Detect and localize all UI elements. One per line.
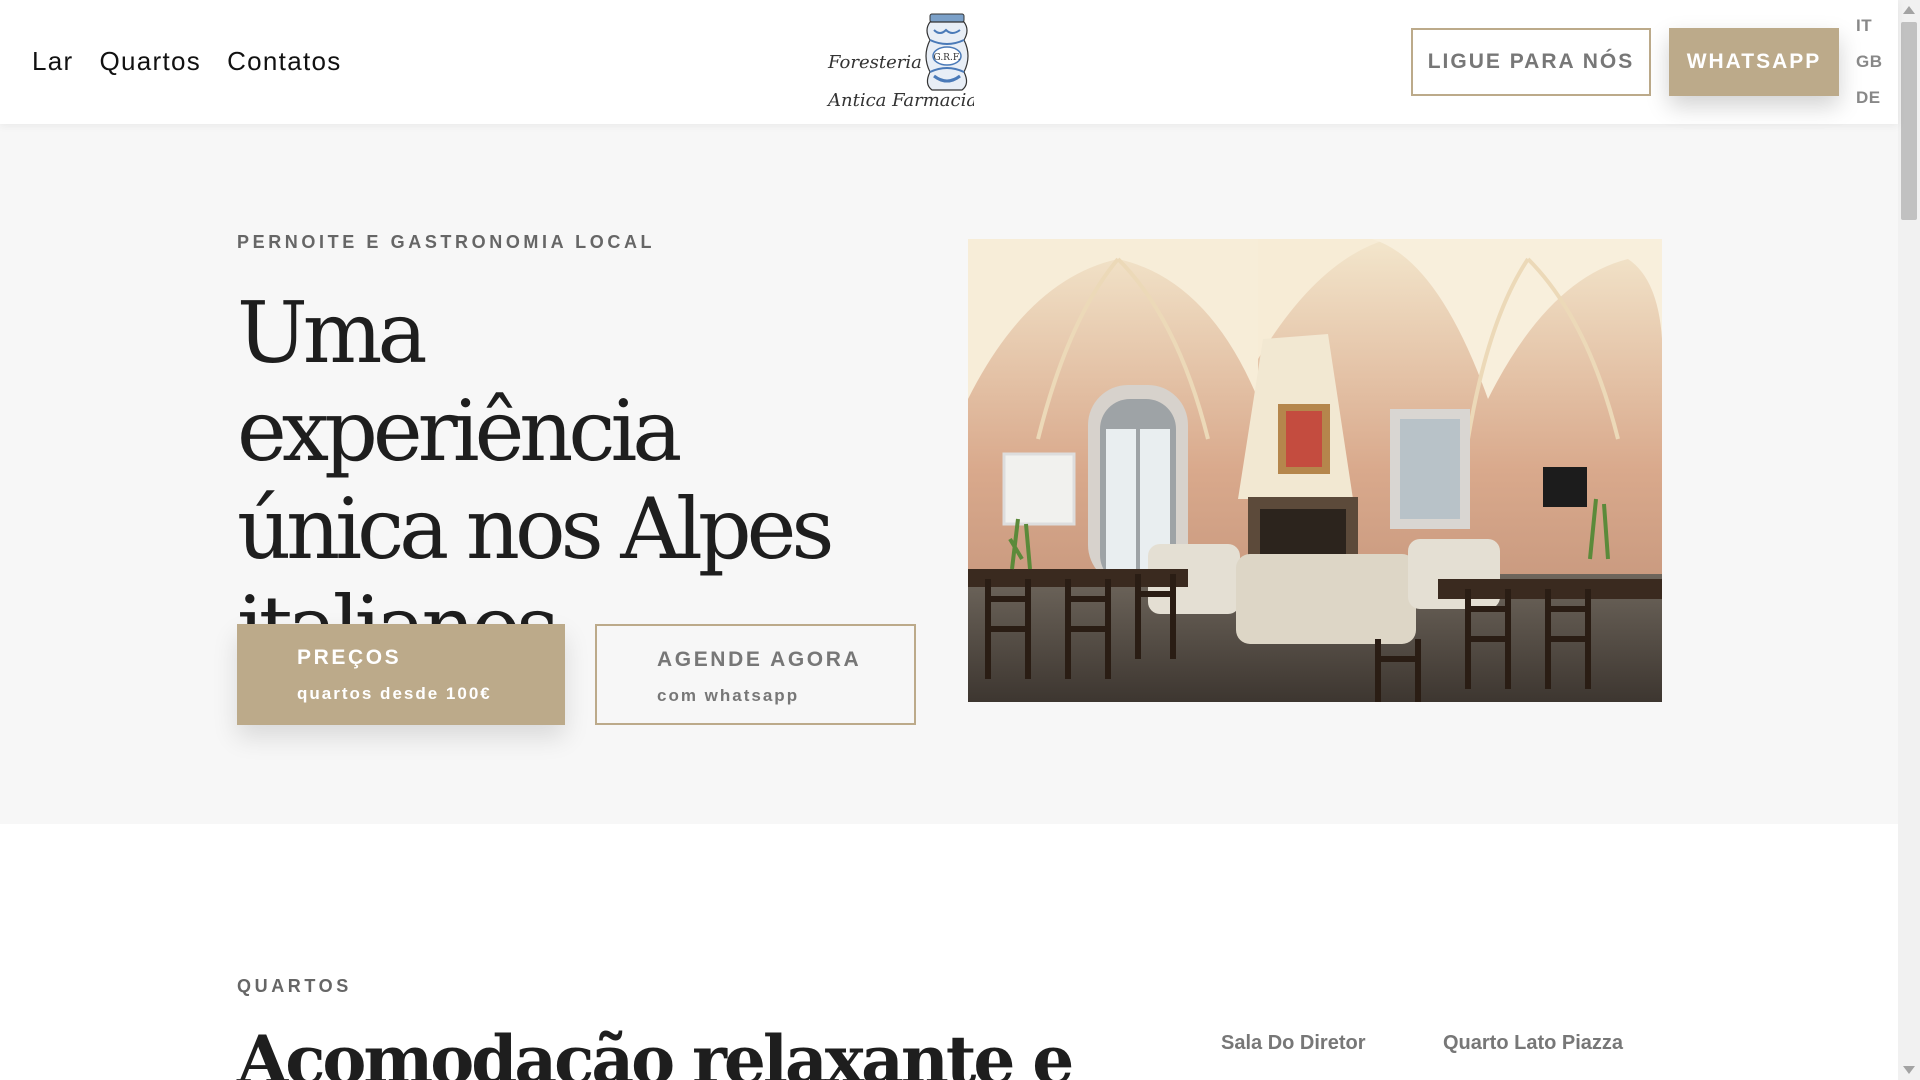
- nav-link-contacts[interactable]: Contatos: [227, 46, 341, 77]
- main-nav: Lar Quartos Contatos: [32, 46, 342, 77]
- call-us-button[interactable]: LIGUE PARA NÓS: [1411, 28, 1651, 96]
- hero-title-line-1: Uma experiência: [237, 284, 682, 480]
- site-logo[interactable]: G.R.F. Foresteria Antica Farmacia: [826, 10, 977, 120]
- prices-button[interactable]: PREÇOS quartos desde 100€: [237, 624, 565, 725]
- site-header: Lar Quartos Contatos G.R.F. Foresteria A…: [0, 0, 1898, 124]
- page-scrollbar[interactable]: [1898, 0, 1920, 1080]
- book-now-button[interactable]: AGENDE AGORA com whatsapp: [595, 624, 916, 725]
- book-now-label: AGENDE AGORA: [657, 648, 862, 671]
- living-room-photo: [968, 239, 1662, 702]
- svg-text:Foresteria: Foresteria: [827, 52, 922, 73]
- language-switcher: IT GB DE: [1856, 16, 1883, 108]
- room-tab-director[interactable]: Sala Do Diretor: [1221, 1032, 1365, 1055]
- lang-gb[interactable]: GB: [1856, 52, 1883, 72]
- hero-title-line-2: única nos Alpes: [237, 480, 834, 578]
- svg-text:G.R.F.: G.R.F.: [933, 53, 960, 63]
- room-tab-piazza[interactable]: Quarto Lato Piazza: [1443, 1032, 1623, 1055]
- book-now-sub: com whatsapp: [657, 686, 800, 705]
- apothecary-jar-logo-icon: G.R.F. Foresteria Antica Farmacia: [826, 13, 977, 111]
- prices-button-label: PREÇOS: [297, 646, 402, 669]
- scroll-down-arrow-icon[interactable]: [1903, 1066, 1915, 1074]
- lang-it[interactable]: IT: [1856, 16, 1883, 36]
- nav-link-rooms[interactable]: Quartos: [99, 46, 201, 77]
- prices-button-sub: quartos desde 100€: [297, 684, 492, 703]
- rooms-title: Acomodacão relaxante e: [237, 1021, 1074, 1080]
- whatsapp-button[interactable]: WHATSAPP: [1669, 28, 1839, 96]
- hero-title: Uma experiência única nos Alpes italiano…: [237, 284, 877, 676]
- jar-icon: G.R.F.: [925, 13, 969, 91]
- rooms-eyebrow: QUARTOS: [237, 976, 352, 996]
- svg-text:Antica Farmacia: Antica Farmacia: [826, 90, 974, 111]
- hero-eyebrow: PERNOITE E GASTRONOMIA LOCAL: [237, 232, 656, 252]
- scroll-up-arrow-icon[interactable]: [1903, 6, 1915, 14]
- nav-link-home[interactable]: Lar: [32, 46, 73, 77]
- scroll-thumb[interactable]: [1901, 22, 1917, 220]
- lang-de[interactable]: DE: [1856, 88, 1883, 108]
- hero-section: PERNOITE E GASTRONOMIA LOCAL Uma experiê…: [0, 124, 1898, 824]
